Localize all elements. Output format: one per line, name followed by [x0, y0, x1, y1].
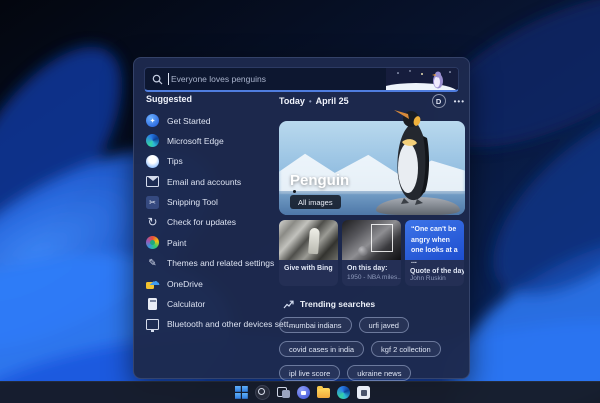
sidebar-item-label: Bluetooth and other devices sett...: [167, 319, 296, 330]
sidebar-item-label: Snipping Tool: [167, 197, 218, 208]
today-label: Today: [279, 96, 305, 106]
sidebar-item-themes[interactable]: Themes and related settings: [146, 257, 274, 270]
sidebar-item-bluetooth-devices[interactable]: Bluetooth and other devices sett...: [146, 318, 296, 332]
sidebar-item-get-started[interactable]: Get Started: [146, 114, 274, 127]
quote-text: “One can't be angry when one looks at a …: [411, 226, 458, 265]
sidebar-item-check-updates[interactable]: Check for updates: [146, 216, 274, 229]
suggested-list: Suggested Get Started Microsoft Edge Tip…: [146, 94, 296, 338]
carousel-dot: [293, 190, 296, 193]
card-give-with-bing[interactable]: Give with Bing: [279, 220, 338, 286]
quote-image: “One can't be angry when one looks at a …: [405, 220, 464, 265]
monitor-icon: [146, 318, 159, 332]
search-icon: [152, 74, 163, 84]
refresh-icon: [146, 216, 159, 229]
sidebar-item-email-accounts[interactable]: Email and accounts: [146, 175, 274, 188]
start-button-icon[interactable]: [235, 386, 248, 399]
trending-up-icon: [283, 300, 294, 308]
envelope-icon: [146, 175, 159, 188]
trending-pill[interactable]: kgf 2 collection: [371, 341, 441, 357]
sidebar-item-snipping-tool[interactable]: Snipping Tool: [146, 195, 274, 209]
calculator-icon: [146, 298, 159, 311]
palette-icon: [146, 236, 159, 250]
chat-icon[interactable]: [297, 386, 310, 399]
penguin-image: [394, 110, 430, 205]
card-caption: Give with Bing: [284, 265, 333, 272]
sidebar-item-calculator[interactable]: Calculator: [146, 298, 274, 311]
sidebar-item-label: Paint: [167, 237, 187, 248]
lightbulb-icon: [146, 154, 159, 168]
bing-daily-panel: Today • April 25 D ••• Penguin All image…: [279, 94, 465, 381]
trending-pills: mumbai indians urfi javed covid cases in…: [279, 317, 465, 381]
sidebar-item-label: OneDrive: [167, 278, 203, 289]
hero-card-penguin[interactable]: Penguin All images: [279, 110, 465, 215]
suggested-heading: Suggested: [146, 94, 193, 104]
card-quote-of-the-day[interactable]: “One can't be angry when one looks at a …: [405, 220, 464, 286]
trending-pill[interactable]: mumbai indians: [279, 317, 352, 333]
edge-icon: [146, 134, 159, 148]
sidebar-item-label: Email and accounts: [167, 176, 242, 187]
sidebar-item-label: Tips: [167, 156, 183, 167]
card-caption: On this day:: [347, 265, 388, 272]
trending-title: Trending searches: [300, 299, 376, 309]
pencil-icon: [146, 257, 159, 270]
taskbar-icons: [235, 382, 370, 403]
daily-cards-row: Give with Bing On this day: 1950 - NBA m…: [279, 220, 465, 286]
trending-pill[interactable]: covid cases in india: [279, 341, 365, 357]
sidebar-item-label: Get Started: [167, 115, 211, 126]
more-options-button[interactable]: •••: [454, 97, 465, 106]
desktop: Suggested Get Started Microsoft Edge Tip…: [0, 0, 600, 403]
search-flyout: Suggested Get Started Microsoft Edge Tip…: [133, 57, 470, 381]
edge-browser-icon[interactable]: [337, 386, 350, 399]
sidebar-item-microsoft-edge[interactable]: Microsoft Edge: [146, 134, 274, 148]
text-caret: [168, 73, 169, 85]
sidebar-item-label: Check for updates: [167, 217, 236, 228]
on-this-day-image: [342, 220, 401, 260]
search-bar[interactable]: [144, 67, 459, 92]
file-explorer-icon[interactable]: [317, 385, 330, 398]
taskbar: [0, 381, 600, 403]
penguin-illustration-icon: [375, 68, 458, 90]
give-with-bing-image: [279, 220, 338, 260]
trending-pill[interactable]: ipl live score: [279, 365, 341, 381]
dot-separator: •: [308, 96, 312, 106]
sidebar-item-label: Themes and related settings: [167, 258, 275, 269]
get-started-icon: [146, 114, 159, 127]
card-subcaption: John Ruskin: [410, 275, 446, 282]
sidebar-item-label: Calculator: [167, 299, 206, 310]
hero-title: Penguin: [290, 172, 350, 189]
daily-header: Today • April 25 D •••: [279, 94, 465, 108]
sidebar-item-onedrive[interactable]: OneDrive: [146, 275, 274, 290]
sidebar-item-label: Microsoft Edge: [167, 135, 224, 146]
trending-header: Trending searches: [283, 299, 465, 309]
photo-frame: [371, 224, 393, 252]
trending-section: Trending searches mumbai indians urfi ja…: [279, 299, 465, 381]
date-label: April 25: [315, 96, 349, 106]
d-badge[interactable]: D: [431, 94, 446, 108]
taskbar-search-icon[interactable]: [255, 385, 270, 400]
card-subcaption: 1950 - NBA miles...: [347, 274, 401, 281]
sidebar-item-tips[interactable]: Tips: [146, 154, 274, 168]
sidebar-item-paint[interactable]: Paint: [146, 236, 274, 250]
card-on-this-day[interactable]: On this day: 1950 - NBA miles...: [342, 220, 401, 286]
task-view-icon[interactable]: [277, 386, 290, 399]
basketball: [358, 246, 368, 256]
onedrive-cloud-icon: [146, 275, 160, 290]
store-app-icon[interactable]: [357, 386, 370, 399]
scissors-icon: [146, 195, 159, 209]
trending-pill[interactable]: urfi javed: [358, 317, 409, 333]
all-images-button[interactable]: All images: [290, 195, 341, 209]
trending-pill[interactable]: ukraine news: [347, 365, 412, 381]
